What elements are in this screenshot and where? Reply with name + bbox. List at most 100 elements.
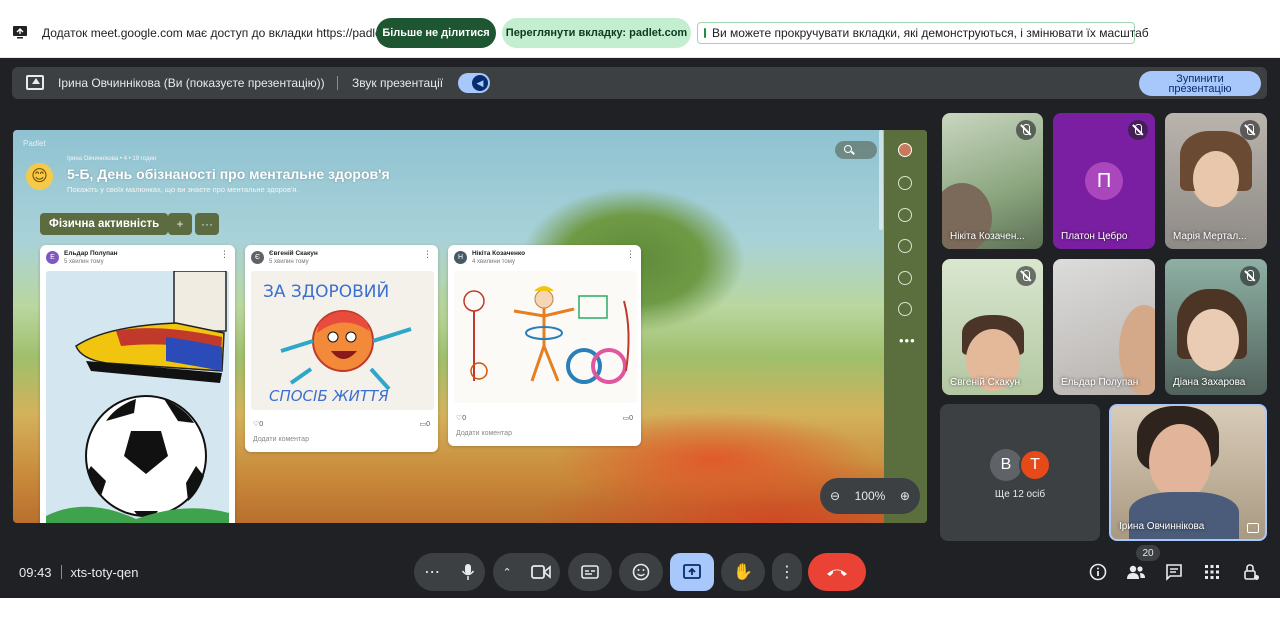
mic-off-icon xyxy=(1016,266,1036,286)
present-button[interactable] xyxy=(670,553,714,591)
post-card[interactable]: Є Євгеній Скакун 5 хвилин тому ⋮ ЗА ЗДОР… xyxy=(245,245,438,452)
participant-avatar: В xyxy=(990,449,1022,481)
participant-name: Євгеній Скакун xyxy=(950,377,1020,388)
people-icon[interactable] xyxy=(1126,562,1146,582)
add-post-button[interactable]: + xyxy=(168,213,192,235)
slideshow-icon[interactable] xyxy=(898,208,912,222)
drawing-text-top: ЗА ЗДОРОВИЙ xyxy=(263,280,389,302)
post-menu-icon[interactable]: ⋮ xyxy=(626,249,635,260)
participant-tile[interactable]: Ельдар Полупан xyxy=(1053,259,1155,395)
self-video xyxy=(1149,424,1211,500)
zoom-in-icon[interactable]: ⊕ xyxy=(900,489,910,503)
post-image: ЗА ЗДОРОВИЙ СПОСІБ ЖИТТЯ xyxy=(251,271,434,410)
presentation-sound-label: Звук презентації xyxy=(352,76,444,90)
padlet-logo: Padlet xyxy=(23,139,46,148)
post-author: Нікіта Козаченко xyxy=(472,250,526,257)
apps-icon[interactable] xyxy=(1202,562,1222,582)
screen-share-icon xyxy=(13,26,27,39)
post-menu-icon[interactable]: ⋮ xyxy=(423,249,432,260)
author-avatar: Н xyxy=(454,251,467,264)
zoom-control: ⊖ 100% ⊕ xyxy=(820,478,920,514)
stop-sharing-button[interactable]: Більше не ділитися xyxy=(376,18,496,48)
self-name: Ірина Овчиннікова xyxy=(1119,521,1205,532)
like-icon[interactable]: ♡0 xyxy=(456,414,466,422)
stop-presenting-button[interactable]: Зупинити презентацію xyxy=(1139,71,1261,96)
info-icon[interactable] xyxy=(1088,562,1108,582)
post-card[interactable]: Н Нікіта Козаченко 4 хвилини тому ⋮ ♡0 ▭… xyxy=(448,245,641,446)
like-count: 0 xyxy=(259,421,264,428)
mic-off-icon xyxy=(1128,120,1148,140)
mic-control-group: ⋯ xyxy=(414,553,485,591)
user-avatar[interactable] xyxy=(898,143,912,157)
reactions-button[interactable] xyxy=(619,553,663,591)
participant-tile[interactable]: Нікіта Козачен... xyxy=(942,113,1043,249)
volume-icon: ◀ xyxy=(472,75,488,91)
self-clothing xyxy=(1129,492,1239,539)
post-menu-icon[interactable]: ⋮ xyxy=(220,249,229,260)
meeting-info: 09:43 xts-toty-qen xyxy=(19,565,138,580)
clock-time: 09:43 xyxy=(19,565,52,580)
more-vert-icon: ⋮ xyxy=(779,564,795,581)
camera-control-group: ⌃ xyxy=(493,553,560,591)
leave-call-button[interactable] xyxy=(808,553,866,591)
chevron-up-icon[interactable]: ⌃ xyxy=(502,566,511,579)
present-icon xyxy=(683,564,701,579)
section-title[interactable]: Фізична активність xyxy=(40,213,169,235)
play-icon[interactable] xyxy=(898,271,912,285)
more-participants-tile[interactable]: В Т Ще 12 осіб xyxy=(940,404,1100,541)
participant-name: Платон Цебро xyxy=(1061,231,1128,242)
scrollbar[interactable] xyxy=(879,130,883,230)
bell-icon[interactable] xyxy=(898,239,912,253)
mic-off-icon xyxy=(1016,120,1036,140)
participant-name: Діана Захарова xyxy=(1173,377,1246,388)
present-screen-icon xyxy=(26,75,44,90)
more-icon[interactable]: ⋯ xyxy=(424,562,440,582)
participant-tile[interactable]: Марія Мертал... xyxy=(1165,113,1267,249)
board-author-line: Ірина Овчиннікова • 4 • 19 годин xyxy=(67,156,157,162)
camera-icon[interactable] xyxy=(530,564,551,580)
participant-avatar: П xyxy=(1085,162,1123,200)
pip-icon[interactable] xyxy=(1247,523,1259,533)
post-time: 5 хвилин тому xyxy=(64,259,104,265)
emoji-icon xyxy=(632,563,650,581)
add-comment-link[interactable]: Додати коментар xyxy=(456,430,512,437)
host-controls-icon[interactable] xyxy=(1241,562,1261,582)
zoom-value: 100% xyxy=(854,489,886,503)
post-card[interactable]: Е Ельдар Полупан 5 хвилин тому ⋮ xyxy=(40,245,235,523)
share-icon[interactable] xyxy=(898,176,912,190)
padlet-search-icon[interactable] xyxy=(835,141,877,159)
more-icon[interactable]: ••• xyxy=(899,333,916,348)
board-emoji-icon: 😊 xyxy=(26,163,53,190)
add-comment-link[interactable]: Додати коментар xyxy=(253,436,309,443)
self-tile[interactable]: Ірина Овчиннікова xyxy=(1109,404,1267,541)
scroll-zoom-info-chip: Ви можете прокручувати вкладки, які демо… xyxy=(697,22,1149,44)
view-tab-button[interactable]: Переглянути вкладку: padlet.com xyxy=(502,18,691,48)
gear-icon[interactable] xyxy=(898,302,912,316)
chat-icon[interactable] xyxy=(1164,562,1184,582)
participant-tile[interactable]: П Платон Цебро xyxy=(1053,113,1155,249)
raise-hand-button[interactable]: ✋ xyxy=(721,553,765,591)
drawing-text-bottom: СПОСІБ ЖИТТЯ xyxy=(269,387,389,405)
divider xyxy=(60,565,62,579)
board-title: 5-Б, День обізнаності про ментальне здор… xyxy=(67,166,390,182)
section-more-button[interactable]: ··· xyxy=(195,213,219,235)
meeting-code: xts-toty-qen xyxy=(70,565,139,580)
more-options-button[interactable]: ⋮ xyxy=(772,553,802,591)
like-icon[interactable]: ♡0 xyxy=(253,420,263,428)
raise-hand-icon: ✋ xyxy=(733,564,753,581)
info-chip-text: Ви можете прокручувати вкладки, які демо… xyxy=(712,26,1149,40)
presented-tab[interactable]: Padlet 😊 Ірина Овчиннікова • 4 • 19 годи… xyxy=(13,130,927,523)
presenter-label: Ірина Овчиннікова (Ви (показуєте презент… xyxy=(58,76,325,90)
comment-icon[interactable]: ▭0 xyxy=(419,420,430,428)
mic-icon[interactable] xyxy=(461,563,475,581)
share-message: Додаток meet.google.com має доступ до вк… xyxy=(42,26,412,40)
screen-root: Додаток meet.google.com має доступ до вк… xyxy=(0,0,1280,617)
participant-avatar: Т xyxy=(1019,449,1051,481)
captions-button[interactable] xyxy=(568,553,612,591)
zoom-out-icon[interactable]: ⊖ xyxy=(830,489,840,503)
participant-tile[interactable]: Діана Захарова xyxy=(1165,259,1267,395)
participant-tile[interactable]: Євгеній Скакун xyxy=(942,259,1043,395)
presentation-sound-toggle[interactable]: ◀ xyxy=(458,73,490,93)
padlet-right-rail: ••• xyxy=(884,130,927,523)
comment-icon[interactable]: ▭0 xyxy=(622,414,633,422)
